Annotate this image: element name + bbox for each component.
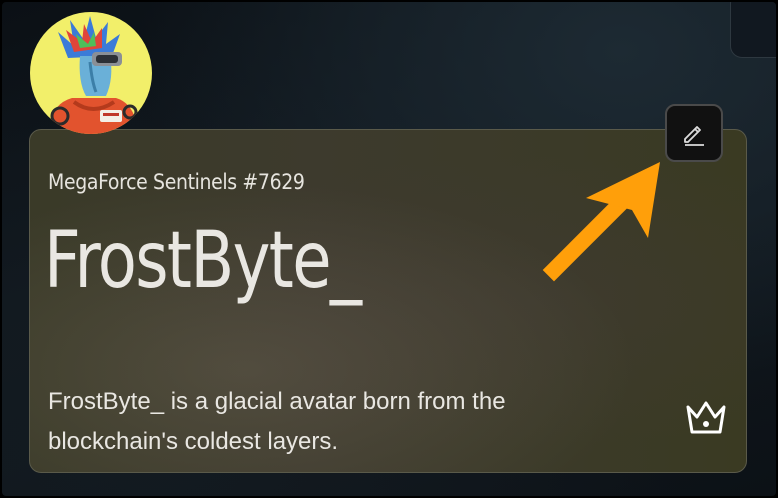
avatar-illustration bbox=[48, 16, 138, 134]
avatar-description: FrostByte_ is a glacial avatar born from… bbox=[48, 388, 506, 455]
collection-label: MegaForce Sentinels #7629 bbox=[48, 170, 305, 194]
crown-icon bbox=[686, 401, 726, 434]
avatar-image[interactable] bbox=[30, 12, 152, 134]
avatar-name: FrostByte_ bbox=[44, 216, 362, 306]
pencil-icon bbox=[684, 126, 704, 146]
app-frame: MegaForce Sentinels #7629 FrostByte_ Fro… bbox=[0, 0, 778, 498]
arrow-icon bbox=[542, 162, 660, 282]
edit-button[interactable] bbox=[665, 104, 723, 162]
side-panel-corner bbox=[730, 2, 776, 58]
